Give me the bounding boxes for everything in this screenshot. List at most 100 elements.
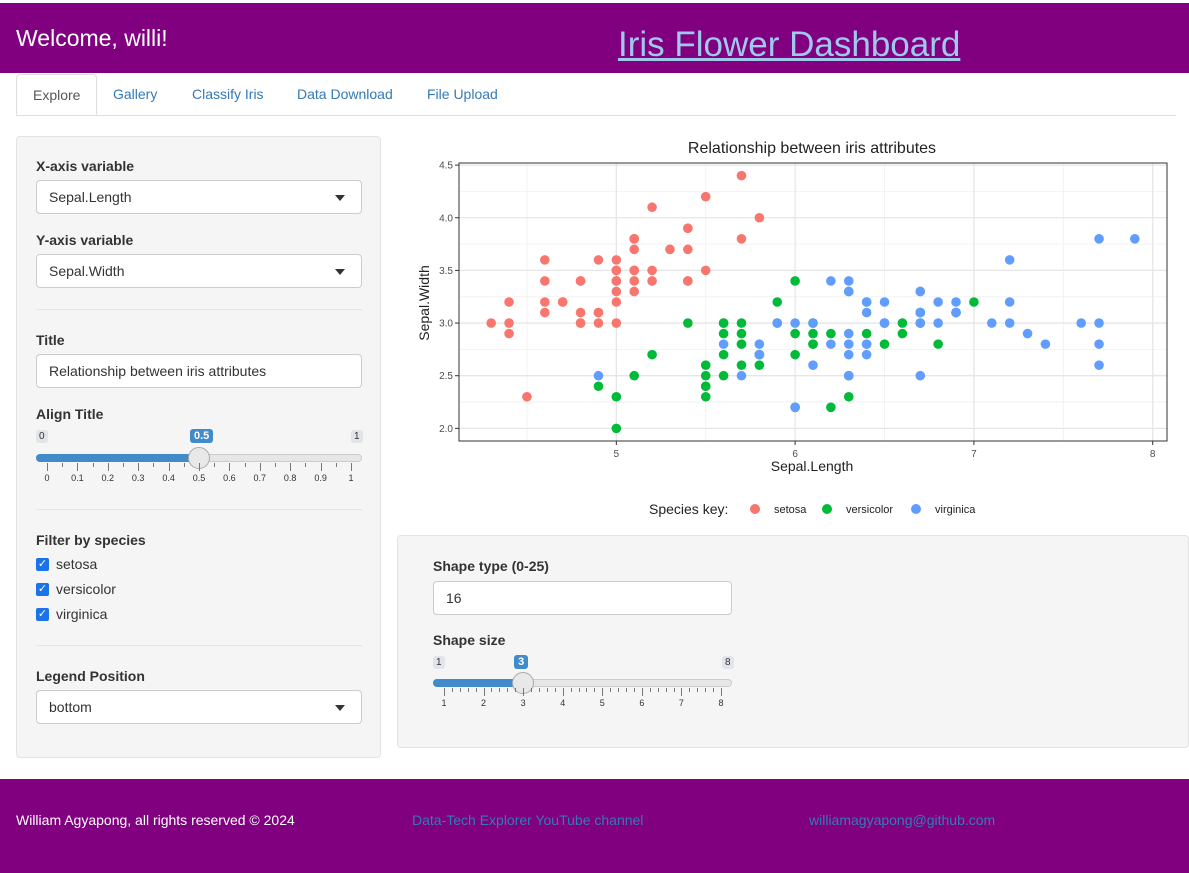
youtube-link[interactable]: Data-Tech Explorer YouTube channel	[412, 812, 643, 828]
legend-title: Species key:	[649, 501, 728, 517]
data-point-virginica	[790, 402, 800, 413]
data-point-versicolor	[790, 328, 800, 339]
species-label: virginica	[56, 606, 108, 622]
slider-minor-tick	[92, 463, 94, 467]
dashboard-title-link[interactable]: Iris Flower Dashboard	[618, 25, 960, 65]
data-point-virginica	[933, 318, 943, 328]
data-point-setosa	[629, 234, 640, 244]
slider-tick	[168, 463, 170, 471]
shape-size-label: Shape size	[433, 632, 506, 648]
legend-swatch-setosa	[750, 504, 760, 514]
copyright-text: William Agyapong, all rights reserved © …	[16, 812, 295, 828]
y-axis-label: Y-axis variable	[36, 232, 134, 248]
data-point-setosa	[629, 276, 640, 286]
slider-minor-tick	[633, 688, 635, 692]
tab-explore[interactable]: Explore	[16, 74, 98, 115]
slider-tick-label: 0.4	[162, 473, 175, 483]
slider-tick-label: 0.2	[101, 473, 115, 483]
data-point-virginica	[843, 286, 854, 297]
legend-swatch-virginica	[911, 504, 921, 514]
slider-minor-tick	[570, 688, 572, 692]
slider-minor-tick	[649, 688, 651, 692]
tab-data-download[interactable]: Data Download	[281, 74, 409, 114]
legend-position-value: bottom	[49, 699, 92, 715]
slider-minor-tick	[305, 463, 307, 467]
legend-swatch-versicolor	[822, 504, 832, 514]
slider-tick-label: 1	[348, 473, 354, 483]
checkbox-checked-icon[interactable]: ✓	[36, 558, 49, 571]
x-tick-label: 8	[1150, 449, 1156, 460]
title-input[interactable]: Relationship between iris attributes	[36, 354, 362, 388]
slider-tick	[138, 463, 140, 471]
data-point-virginica	[772, 318, 783, 328]
slider-tick-label: 4	[560, 698, 566, 708]
data-point-virginica	[843, 339, 854, 349]
slider-tick-label: 0.3	[131, 473, 145, 483]
slider-tick-label: 7	[678, 698, 684, 708]
shape-options-panel: Shape type (0-25) 16 Shape size 1 8 3 1 2…	[397, 535, 1189, 748]
data-point-setosa	[611, 297, 622, 307]
data-point-setosa	[575, 318, 586, 328]
email-link[interactable]: williamagyapong@github.com	[809, 812, 995, 828]
slider-tick	[47, 463, 48, 471]
data-point-versicolor	[736, 339, 747, 349]
tab-file-upload[interactable]: File Upload	[411, 74, 514, 114]
data-point-setosa	[700, 191, 711, 202]
slider-minor-tick	[657, 688, 659, 692]
slider-minor-tick	[610, 688, 612, 692]
data-point-virginica	[951, 307, 961, 318]
checkbox-checked-icon[interactable]: ✓	[36, 583, 49, 596]
data-point-virginica	[1004, 297, 1015, 307]
data-point-virginica	[843, 276, 854, 286]
checkbox-checked-icon[interactable]: ✓	[36, 608, 49, 621]
data-point-setosa	[700, 265, 711, 276]
data-point-setosa	[540, 307, 550, 318]
x-axis-title: Sepal.Length	[771, 458, 854, 474]
welcome-text: Welcome, willi!	[16, 25, 168, 51]
data-point-versicolor	[772, 297, 783, 307]
scatter-plot: Relationship between iris attributes 567…	[397, 130, 1189, 530]
slider-minor-tick	[62, 463, 64, 467]
slider-minor-tick	[554, 688, 556, 692]
chart-title: Relationship between iris attributes	[688, 140, 936, 157]
legend-position-select[interactable]: bottom	[36, 690, 362, 724]
data-point-setosa	[504, 297, 514, 307]
slider-tick-label: 2	[481, 698, 487, 708]
data-point-setosa	[575, 276, 586, 286]
shape-size-slider-fill	[433, 679, 524, 687]
y-axis-select[interactable]: Sepal.Width	[36, 254, 362, 288]
x-axis-value: Sepal.Length	[49, 189, 132, 205]
slider-minor-tick	[153, 463, 155, 467]
data-point-virginica	[1076, 318, 1086, 328]
data-point-setosa	[611, 276, 622, 286]
tab-classify-iris[interactable]: Classify Iris	[176, 74, 280, 114]
tab-gallery[interactable]: Gallery	[97, 74, 173, 114]
data-point-versicolor	[718, 370, 729, 381]
title-label: Title	[36, 332, 65, 348]
data-point-virginica	[915, 318, 926, 328]
divider	[36, 509, 362, 510]
data-point-versicolor	[718, 318, 729, 328]
data-point-setosa	[486, 318, 496, 328]
app-footer: William Agyapong, all rights reserved © …	[0, 779, 1189, 873]
slider-minor-tick	[531, 688, 533, 692]
data-point-setosa	[611, 318, 622, 328]
data-point-versicolor	[933, 339, 943, 349]
species-label: versicolor	[56, 581, 116, 597]
slider-tick	[199, 463, 200, 471]
slider-tick	[523, 688, 525, 696]
data-point-versicolor	[808, 328, 818, 339]
data-point-versicolor	[647, 349, 657, 360]
data-point-virginica	[861, 297, 872, 307]
x-axis-select[interactable]: Sepal.Length	[36, 180, 362, 214]
slider-tick	[229, 463, 231, 471]
slider-minor-tick	[499, 688, 501, 692]
data-point-versicolor	[790, 276, 800, 286]
data-point-virginica	[843, 328, 854, 339]
shape-type-input[interactable]: 16	[433, 581, 732, 615]
data-point-setosa	[611, 255, 622, 265]
data-point-setosa	[647, 265, 657, 276]
slider-minor-tick	[546, 688, 548, 692]
y-axis-value: Sepal.Width	[49, 263, 125, 279]
data-point-virginica	[736, 370, 747, 381]
